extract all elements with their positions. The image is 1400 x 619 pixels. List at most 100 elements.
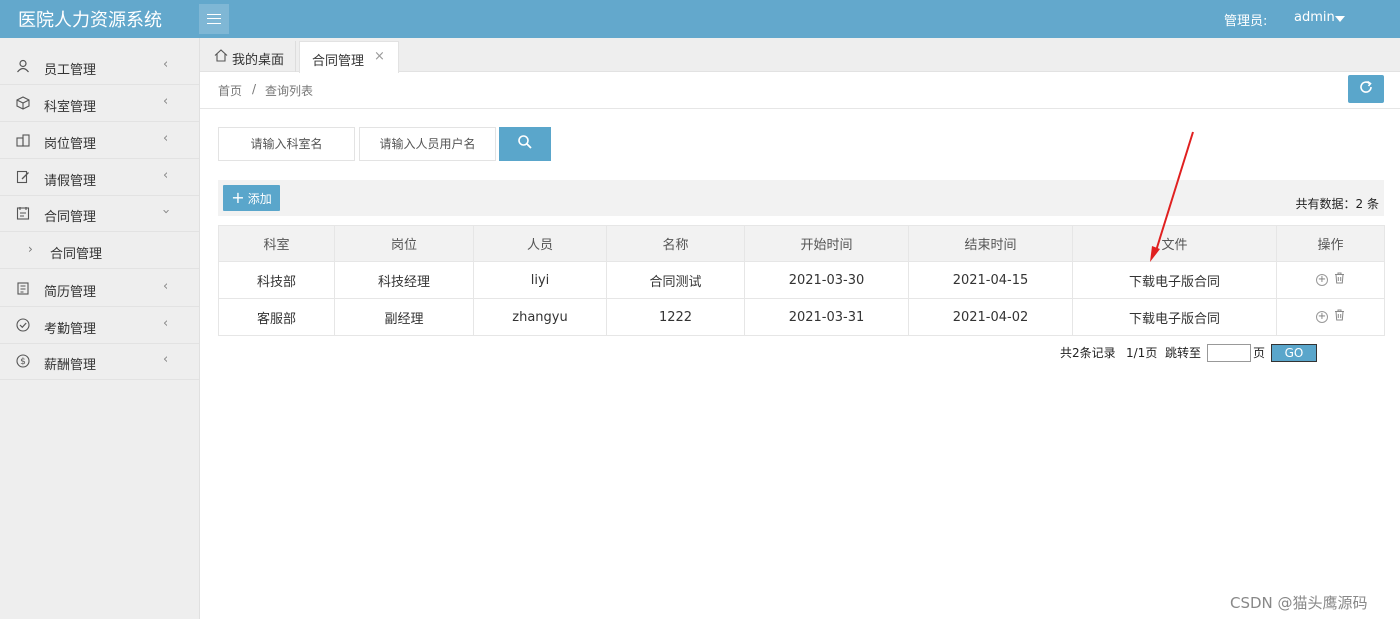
check-circle-icon [16,318,30,332]
breadcrumb-current: 查询列表 [265,84,314,98]
trash-icon[interactable] [1334,309,1345,325]
cell-start-date: 2021-03-31 [744,298,909,336]
column-header: 科室 [218,225,335,262]
add-circle-icon[interactable]: + [1316,274,1328,286]
sidebar-item-label: 员工管理 [44,63,97,78]
edit-doc-icon [16,170,30,184]
sidebar-subitem-contract[interactable]: › 合同管理 [0,232,199,269]
sidebar-item-position[interactable]: 岗位管理 ‹ [0,122,199,159]
refresh-icon [1358,79,1374,99]
tab-home[interactable]: 我的桌面 [208,41,296,72]
app-title: 医院人力资源系统 [18,10,162,31]
watermark: CSDN @猫头鹰源码 [1230,594,1368,612]
sidebar-item-label: 合同管理 [44,210,97,225]
table-row: 客服部 副经理 zhangyu 1222 2021-03-31 2021-04-… [218,298,1385,336]
tab-bar: 我的桌面 合同管理 × [200,38,1400,73]
cell-actions: + [1276,298,1385,336]
sidebar-item-employee[interactable]: 员工管理 ‹ [0,48,199,85]
add-button[interactable]: + 添加 [223,185,280,211]
cell-department: 客服部 [218,298,335,336]
column-header: 文件 [1072,225,1277,262]
cell-actions: + [1276,261,1385,299]
cell-name: 合同测试 [606,261,745,299]
column-header: 操作 [1276,225,1385,262]
table-row: 科技部 科技经理 liyi 合同测试 2021-03-30 2021-04-15… [218,261,1385,299]
hamburger-icon [207,14,221,24]
cell-position: 副经理 [334,298,474,336]
pager-page-unit: 页 [1253,346,1266,360]
trash-icon[interactable] [1334,272,1345,288]
sidebar-item-salary[interactable]: $ 薪酬管理 ‹ [0,343,199,380]
pager-records: 共2条记录 [1060,346,1116,360]
cell-person: zhangyu [473,298,607,336]
sidebar-item-leave[interactable]: 请假管理 ‹ [0,159,199,196]
chevron-down-icon: ‹ [159,208,175,215]
dollar-icon: $ [16,354,30,368]
pager-pages: 1/1页 [1126,346,1158,360]
page-jump-input[interactable] [1207,344,1251,362]
sidebar-item-label: 岗位管理 [44,137,97,152]
sidebar-item-resume[interactable]: 简历管理 ‹ [0,270,199,307]
cell-end-date: 2021-04-15 [908,261,1073,299]
contract-table: 科室 岗位 人员 名称 开始时间 结束时间 文件 操作 科技部 科技经理 liy… [218,225,1385,336]
chevron-right-icon: › [28,242,33,256]
home-icon [214,49,228,66]
close-icon[interactable]: × [374,49,385,64]
user-icon [16,59,30,73]
sidebar-item-department[interactable]: 科室管理 ‹ [0,85,199,122]
plus-icon: + [231,188,245,207]
go-button[interactable]: GO [1271,344,1317,362]
search-button[interactable] [499,127,551,161]
contract-icon [16,206,30,220]
sidebar-subitem-label: 合同管理 [50,247,103,262]
resume-icon [16,281,30,295]
chevron-left-icon: ‹ [163,279,169,294]
refresh-button[interactable] [1348,75,1384,103]
chevron-left-icon: ‹ [163,94,169,109]
menu-toggle-button[interactable] [199,4,229,34]
caret-down-icon[interactable] [1335,16,1345,22]
top-header: 医院人力资源系统 管理员: admin [0,0,1400,38]
sidebar-item-label: 请假管理 [44,174,97,189]
table-header-row: 科室 岗位 人员 名称 开始时间 结束时间 文件 操作 [218,225,1385,262]
chevron-left-icon: ‹ [163,168,169,183]
breadcrumb: 首页 / 查询列表 [200,72,1400,109]
breadcrumb-separator: / [252,82,257,96]
column-header: 岗位 [334,225,474,262]
column-header: 结束时间 [908,225,1073,262]
department-search-input[interactable] [218,127,355,161]
building-icon [16,133,30,147]
sidebar-item-label: 薪酬管理 [44,358,97,373]
sidebar-item-label: 考勤管理 [44,322,97,337]
breadcrumb-home[interactable]: 首页 [218,82,242,99]
tab-label: 我的桌面 [232,53,285,68]
user-search-input[interactable] [359,127,496,161]
cell-position: 科技经理 [334,261,474,299]
cell-department: 科技部 [218,261,335,299]
admin-user-menu[interactable]: admin [1294,10,1335,25]
add-button-label: 添加 [247,191,272,206]
table-toolbar: + 添加 共有数据：2 条 [218,180,1384,216]
tab-label: 合同管理 [312,54,365,69]
admin-label: 管理员: [1224,14,1268,29]
chevron-left-icon: ‹ [163,316,169,331]
chevron-left-icon: ‹ [163,57,169,72]
download-contract-link[interactable]: 下载电子版合同 [1072,298,1277,336]
download-contract-link[interactable]: 下载电子版合同 [1072,261,1277,299]
chevron-left-icon: ‹ [163,131,169,146]
sidebar-item-contract[interactable]: 合同管理 ‹ [0,195,199,232]
search-icon [517,134,533,154]
add-circle-icon[interactable]: + [1316,311,1328,323]
tab-contract[interactable]: 合同管理 × [299,41,399,73]
pager-jump-label: 跳转至 [1165,346,1202,360]
cell-person: liyi [473,261,607,299]
cell-end-date: 2021-04-02 [908,298,1073,336]
total-count: 共有数据：2 条 [1295,197,1379,211]
cube-icon [16,96,30,110]
column-header: 开始时间 [744,225,909,262]
chevron-left-icon: ‹ [163,352,169,367]
cell-start-date: 2021-03-30 [744,261,909,299]
sidebar-item-label: 简历管理 [44,285,97,300]
cell-name: 1222 [606,298,745,336]
sidebar-item-attendance[interactable]: 考勤管理 ‹ [0,307,199,344]
